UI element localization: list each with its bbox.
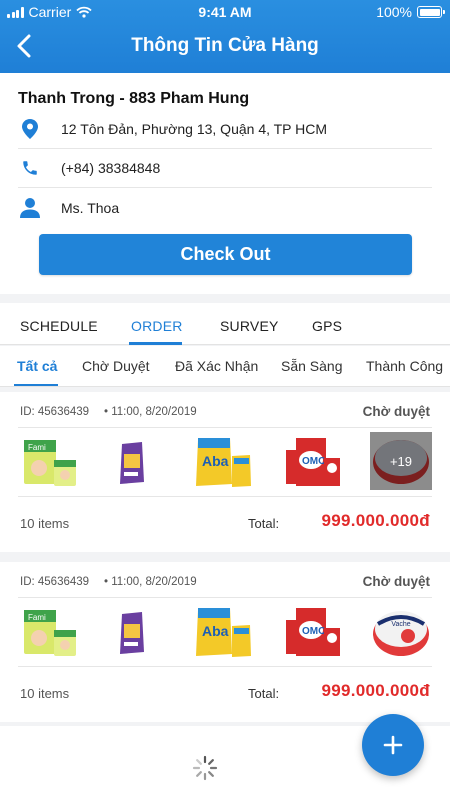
product-detergent-omo[interactable]: OMO: [280, 432, 344, 490]
contact-name: Ms. Thoa: [61, 199, 120, 216]
order-total-label: Total:: [248, 686, 280, 701]
contact-row: Ms. Thoa: [18, 188, 432, 227]
product-snack-bag[interactable]: [112, 602, 148, 660]
order-total: 999.000.000đ: [321, 681, 430, 700]
subtab-confirmed[interactable]: Đã Xác Nhận: [175, 358, 258, 374]
order-card[interactable]: ID: 45636439 • 11:00, 8/20/2019 Chờ duyệ…: [0, 392, 450, 552]
status-bar: Carrier 9:41 AM 100%: [0, 0, 450, 24]
svg-text:Aba: Aba: [202, 623, 229, 639]
store-info-card: Thanh Trong - 883 Pham Hung 12 Tôn Đản, …: [0, 73, 450, 294]
svg-text:Fami: Fami: [28, 613, 46, 622]
product-thumbnails: Fami Aba OMO Vache: [20, 602, 434, 660]
store-address: 12 Tôn Đản, Phường 13, Quận 4, TP HCM: [61, 121, 328, 137]
app-header: Carrier 9:41 AM 100% Thông Tin Cửa Hàng: [0, 0, 450, 73]
phone-row[interactable]: (+84) 38384848: [18, 149, 432, 188]
subtab-all[interactable]: Tất cả: [17, 358, 57, 374]
order-total-label: Total:: [248, 516, 280, 531]
order-total: 999.000.000đ: [321, 511, 430, 530]
product-detergent-aba[interactable]: Aba: [190, 432, 260, 490]
product-cheese-more[interactable]: +19: [370, 432, 432, 490]
order-status: Chờ duyệt: [362, 574, 430, 589]
subtab-success[interactable]: Thành Công: [366, 358, 443, 374]
svg-text:Fami: Fami: [28, 443, 46, 452]
order-item-count: 10 items: [20, 516, 70, 531]
tab-survey[interactable]: SURVEY: [220, 318, 279, 334]
product-thumbnails: Fami Aba OMO +19: [20, 432, 434, 490]
tab-schedule[interactable]: SCHEDULE: [20, 318, 98, 334]
order-time: • 11:00, 8/20/2019: [104, 406, 197, 418]
store-name: Thanh Trong - 883 Pham Hung: [18, 90, 250, 107]
phone-icon: [18, 159, 42, 177]
order-id: ID: 45636439: [20, 576, 90, 588]
order-card[interactable]: ID: 45636439 • 11:00, 8/20/2019 Chờ duyệ…: [0, 562, 450, 722]
active-tab-indicator: [129, 342, 182, 345]
product-cheese[interactable]: Vache: [370, 602, 432, 660]
battery-percent: 100%: [376, 4, 412, 20]
product-milk-box[interactable]: Fami: [20, 602, 82, 660]
battery-icon: [417, 6, 445, 18]
subtab-ready[interactable]: Sẵn Sàng: [281, 358, 343, 374]
spinner-icon: [192, 755, 218, 781]
active-subtab-indicator: [14, 384, 58, 386]
checkout-button[interactable]: Check Out: [39, 234, 412, 275]
order-status-tabs: Tất cả Chờ Duyệt Đã Xác Nhận Sẵn Sàng Th…: [0, 346, 450, 387]
store-phone: (+84) 38384848: [61, 160, 161, 176]
tab-order[interactable]: ORDER: [131, 318, 183, 334]
order-item-count: 10 items: [20, 686, 70, 701]
product-detergent-aba[interactable]: Aba: [190, 602, 260, 660]
location-pin-icon: [18, 119, 42, 139]
tab-gps[interactable]: GPS: [312, 318, 342, 334]
product-snack-bag[interactable]: [112, 432, 148, 490]
person-icon: [18, 197, 42, 219]
svg-text:Aba: Aba: [202, 453, 229, 469]
svg-text:OMO: OMO: [302, 456, 326, 467]
svg-text:OMO: OMO: [302, 626, 326, 637]
product-milk-box[interactable]: Fami: [20, 432, 82, 490]
product-detergent-omo[interactable]: OMO: [280, 602, 344, 660]
order-id: ID: 45636439: [20, 406, 90, 418]
order-time: • 11:00, 8/20/2019: [104, 576, 197, 588]
address-row: 12 Tôn Đản, Phường 13, Quận 4, TP HCM: [18, 110, 432, 149]
add-order-button[interactable]: [362, 714, 424, 776]
svg-text:Vache: Vache: [391, 621, 410, 628]
main-tabs: SCHEDULE ORDER SURVEY GPS: [0, 303, 450, 345]
page-title: Thông Tin Cửa Hàng: [131, 35, 319, 56]
more-products-badge: +19: [390, 454, 412, 469]
order-status: Chờ duyệt: [362, 404, 430, 419]
plus-icon: [383, 735, 403, 755]
subtab-pending[interactable]: Chờ Duyệt: [82, 358, 150, 374]
